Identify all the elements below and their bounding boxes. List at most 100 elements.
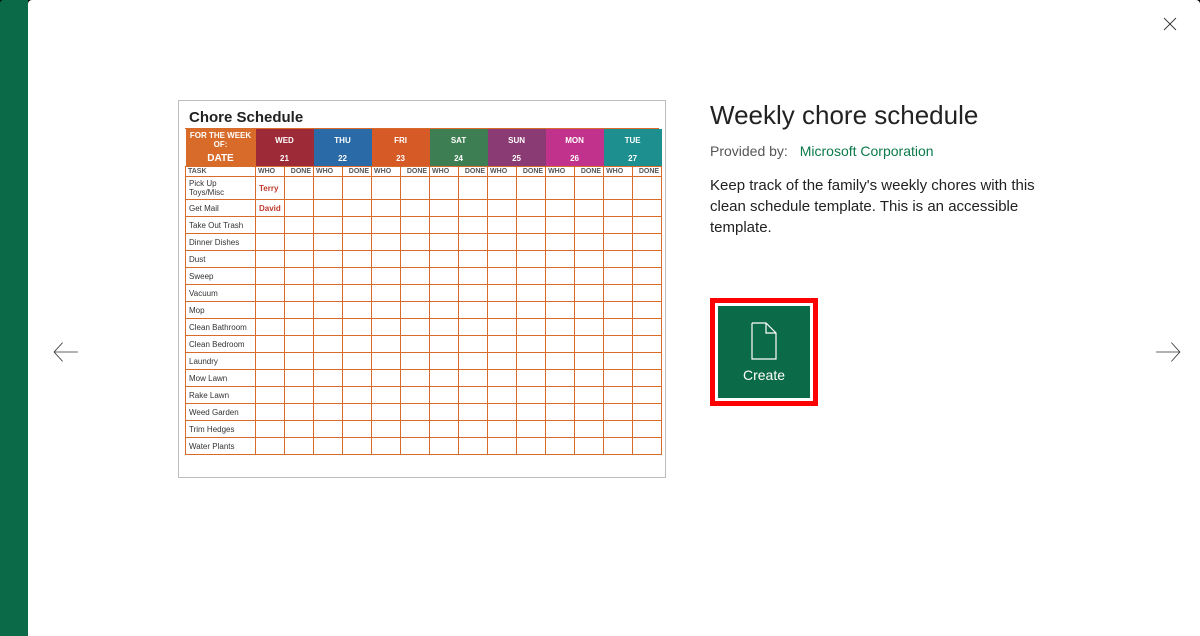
who-cell [488, 234, 517, 251]
done-cell [633, 285, 662, 302]
done-cell [459, 217, 488, 234]
who-cell [256, 217, 285, 234]
done-cell [401, 177, 430, 200]
who-cell [314, 438, 343, 455]
who-cell [546, 217, 575, 234]
who-cell [430, 404, 459, 421]
who-cell [604, 319, 633, 336]
done-cell [343, 438, 372, 455]
who-cell [488, 404, 517, 421]
next-template-button[interactable] [1148, 332, 1188, 372]
close-button[interactable] [1156, 10, 1184, 38]
who-cell [314, 177, 343, 200]
day-header: WED [256, 129, 314, 151]
day-header: TUE [604, 129, 662, 151]
done-cell [459, 387, 488, 404]
task-cell: Trim Hedges [186, 421, 256, 438]
done-cell [401, 268, 430, 285]
who-cell [604, 302, 633, 319]
done-cell [575, 217, 604, 234]
task-cell: Laundry [186, 353, 256, 370]
done-cell [517, 251, 546, 268]
who-cell [546, 200, 575, 217]
who-cell [314, 336, 343, 353]
done-cell [285, 177, 314, 200]
who-cell [488, 387, 517, 404]
who-cell [372, 438, 401, 455]
date-label: DATE [186, 151, 256, 167]
who-cell [314, 268, 343, 285]
col-who: WHO [372, 167, 401, 177]
who-cell [604, 370, 633, 387]
who-cell [256, 251, 285, 268]
task-cell: Clean Bathroom [186, 319, 256, 336]
done-cell [401, 200, 430, 217]
table-row: Dust [186, 251, 662, 268]
who-cell [488, 177, 517, 200]
who-cell [256, 421, 285, 438]
date-header: 24 [430, 151, 488, 167]
date-header: 27 [604, 151, 662, 167]
preview-table: FOR THE WEEK OF: WED THU FRI SAT SUN MON… [185, 129, 662, 455]
who-cell [546, 319, 575, 336]
done-cell [459, 319, 488, 336]
done-cell [459, 200, 488, 217]
task-cell: Clean Bedroom [186, 336, 256, 353]
who-cell [430, 285, 459, 302]
done-cell [285, 285, 314, 302]
who-cell [372, 251, 401, 268]
who-cell [256, 353, 285, 370]
done-cell [633, 217, 662, 234]
done-cell [575, 268, 604, 285]
col-done: DONE [401, 167, 430, 177]
provider-link[interactable]: Microsoft Corporation [800, 143, 934, 159]
done-cell [517, 177, 546, 200]
table-row: Mop [186, 302, 662, 319]
who-cell [314, 421, 343, 438]
done-cell [459, 353, 488, 370]
col-done: DONE [517, 167, 546, 177]
done-cell [459, 285, 488, 302]
done-cell [343, 177, 372, 200]
who-cell [604, 268, 633, 285]
who-cell: Terry [256, 177, 285, 200]
date-header: 21 [256, 151, 314, 167]
done-cell [285, 353, 314, 370]
table-row: Pick Up Toys/MiscTerry [186, 177, 662, 200]
who-cell [604, 438, 633, 455]
table-row: Laundry [186, 353, 662, 370]
create-button-highlight: Create [710, 298, 818, 406]
done-cell [633, 336, 662, 353]
who-cell [372, 200, 401, 217]
provided-by-label: Provided by: [710, 143, 788, 159]
who-cell [546, 302, 575, 319]
task-cell: Get Mail [186, 200, 256, 217]
who-cell [372, 319, 401, 336]
prev-template-button[interactable] [46, 332, 86, 372]
done-cell [285, 234, 314, 251]
done-cell [343, 234, 372, 251]
task-cell: Vacuum [186, 285, 256, 302]
who-cell [604, 404, 633, 421]
who-cell [546, 421, 575, 438]
who-cell [430, 302, 459, 319]
who-cell [488, 353, 517, 370]
done-cell [517, 217, 546, 234]
create-button[interactable]: Create [718, 306, 810, 398]
who-cell [604, 387, 633, 404]
done-cell [401, 387, 430, 404]
who-cell [488, 336, 517, 353]
task-cell: Take Out Trash [186, 217, 256, 234]
done-cell [633, 177, 662, 200]
who-cell [546, 404, 575, 421]
done-cell [633, 268, 662, 285]
who-cell [314, 251, 343, 268]
who-cell [372, 268, 401, 285]
done-cell [343, 370, 372, 387]
who-cell [430, 251, 459, 268]
who-cell [314, 302, 343, 319]
template-description: Keep track of the family's weekly chores… [710, 175, 1050, 238]
col-who: WHO [604, 167, 633, 177]
date-header: 22 [314, 151, 372, 167]
done-cell [575, 421, 604, 438]
